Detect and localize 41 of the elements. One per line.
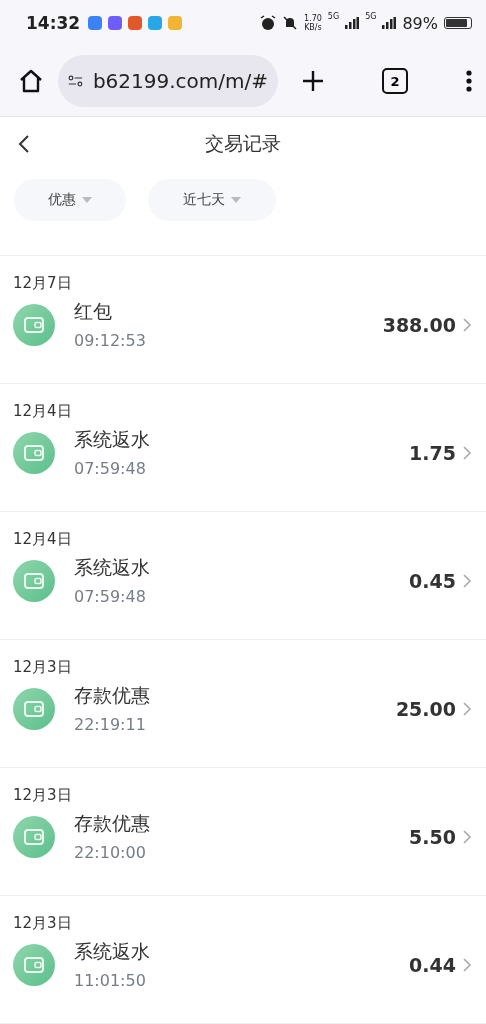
transaction-time: 07:59:48 — [74, 587, 147, 606]
transaction-amount: 0.44 — [409, 953, 456, 976]
transaction-time: 22:19:11 — [74, 715, 147, 734]
transaction-amount: 1.75 — [409, 441, 456, 464]
transaction-title: 系统返水 — [74, 555, 150, 580]
filter-dropdown[interactable]: 优惠 — [14, 179, 126, 221]
tab-count-button[interactable]: 2 — [382, 68, 408, 95]
transaction-row[interactable]: 12月4日 系统返水 07:59:48 0.45 — [0, 512, 486, 640]
transaction-title: 存款优惠 — [74, 683, 150, 708]
url-text: b62199.com/m/# — [92, 69, 268, 94]
transaction-date: 12月4日 — [13, 402, 73, 421]
transaction-amount: 0.45 — [409, 569, 456, 592]
transaction-time: 11:01:50 — [74, 971, 147, 990]
page-title: 交易记录 — [205, 131, 281, 157]
filter-dropdown[interactable]: 近七天 — [148, 179, 276, 221]
url-field[interactable]: b62199.com/m/# — [58, 55, 278, 108]
transaction-amount: 388.00 — [382, 313, 456, 336]
network-speed: 1.70 KB/s — [304, 14, 322, 33]
transaction-date: 12月7日 — [13, 274, 73, 293]
transaction-title: 红包 — [74, 299, 113, 324]
battery-percent: 89% — [402, 13, 438, 33]
transaction-row[interactable]: 12月3日 存款优惠 22:10:00 5.50 — [0, 768, 486, 896]
status-time: 14:32 — [26, 13, 81, 34]
transaction-date: 12月3日 — [13, 914, 73, 933]
transaction-row[interactable]: 12月7日 红包 09:12:53 388.00 — [0, 256, 486, 384]
transaction-row[interactable]: 12月3日 系统返水 11:01:50 0.44 — [0, 896, 486, 1024]
transaction-row[interactable]: 12月4日 系统返水 07:59:48 1.75 — [0, 384, 486, 512]
transaction-amount: 25.00 — [395, 697, 456, 720]
transaction-title: 系统返水 — [74, 939, 150, 964]
transaction-time: 22:10:00 — [74, 843, 147, 862]
transaction-time: 07:59:48 — [74, 459, 147, 478]
transaction-row[interactable]: 12月3日 存款优惠 22:19:11 25.00 — [0, 640, 486, 768]
transaction-amount: 5.50 — [409, 825, 456, 848]
transaction-time: 09:12:53 — [74, 331, 146, 350]
network-type-label: 5G — [365, 12, 377, 21]
transaction-title: 系统返水 — [74, 427, 150, 452]
transaction-date: 12月3日 — [13, 786, 73, 805]
transaction-date: 12月3日 — [13, 658, 73, 677]
transaction-date: 12月4日 — [13, 530, 73, 549]
transaction-title: 存款优惠 — [74, 811, 150, 836]
network-type-label: 5G — [327, 12, 340, 21]
